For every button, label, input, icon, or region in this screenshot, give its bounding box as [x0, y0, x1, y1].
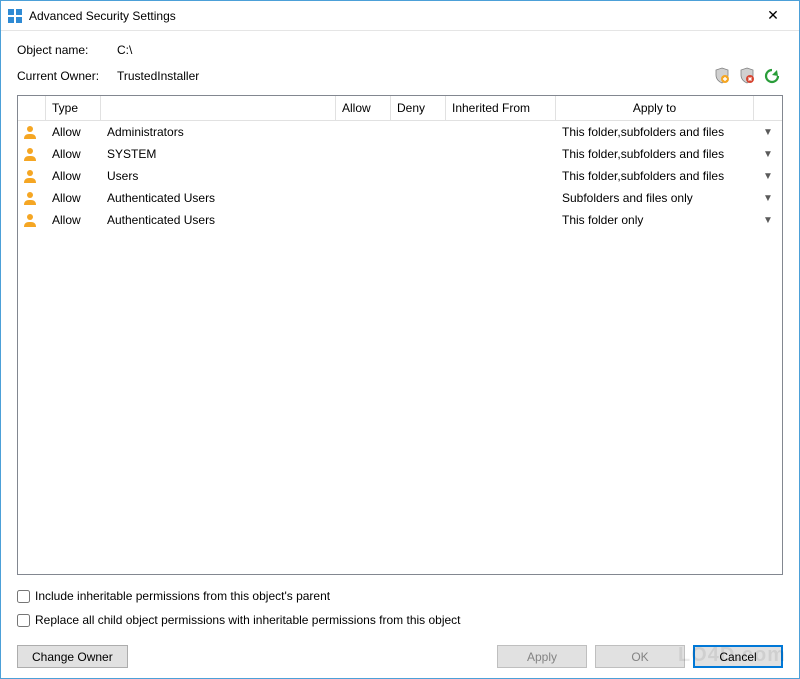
- object-name-row: Object name: C:\: [17, 43, 783, 57]
- col-header-allow[interactable]: Allow: [336, 96, 391, 120]
- close-button[interactable]: ✕: [753, 2, 793, 30]
- col-header-type[interactable]: Type: [46, 96, 101, 120]
- cell-apply: This folder,subfolders and files: [556, 167, 754, 185]
- current-owner-label: Current Owner:: [17, 69, 117, 83]
- ok-button: OK: [595, 645, 685, 668]
- current-owner-row: Current Owner: TrustedInstaller: [17, 65, 783, 87]
- chevron-down-icon[interactable]: ▼: [754, 169, 782, 184]
- cell-deny: [391, 196, 446, 200]
- user-icon: [18, 188, 46, 208]
- change-owner-button[interactable]: Change Owner: [17, 645, 128, 668]
- cell-deny: [391, 130, 446, 134]
- user-icon: [18, 210, 46, 230]
- col-header-deny[interactable]: Deny: [391, 96, 446, 120]
- table-row[interactable]: AllowSYSTEM This folder,subfolders and fi…: [18, 143, 782, 165]
- cell-deny: [391, 174, 446, 178]
- cell-allow: [336, 196, 391, 200]
- cell-type: Allow: [46, 189, 101, 207]
- apply-button: Apply: [497, 645, 587, 668]
- current-owner-value: TrustedInstaller: [117, 69, 199, 83]
- user-icon: [18, 144, 46, 164]
- col-header-name[interactable]: [101, 96, 336, 120]
- cell-allow: [336, 218, 391, 222]
- titlebar: Advanced Security Settings ✕: [1, 1, 799, 31]
- cell-inherited: [446, 152, 556, 156]
- table-row[interactable]: AllowUsers This folder,subfolders and fil…: [18, 165, 782, 187]
- shield-remove-icon[interactable]: [736, 65, 758, 87]
- user-icon: [18, 166, 46, 186]
- col-header-dropdown: [754, 96, 782, 120]
- object-name-value: C:\: [117, 43, 132, 57]
- user-icon: [18, 122, 46, 142]
- include-inheritable-row: Include inheritable permissions from thi…: [17, 589, 783, 603]
- app-icon: [7, 8, 23, 24]
- cell-allow: [336, 130, 391, 134]
- cell-deny: [391, 152, 446, 156]
- cell-deny: [391, 218, 446, 222]
- cell-type: Allow: [46, 211, 101, 229]
- cell-name: SYSTEM: [101, 145, 336, 163]
- chevron-down-icon[interactable]: ▼: [754, 213, 782, 228]
- chevron-down-icon[interactable]: ▼: [754, 191, 782, 206]
- col-header-inherited[interactable]: Inherited From: [446, 96, 556, 120]
- col-header-icon[interactable]: [18, 96, 46, 120]
- replace-child-label[interactable]: Replace all child object permissions wit…: [35, 613, 461, 627]
- col-header-apply[interactable]: Apply to: [556, 96, 754, 120]
- button-row: Change Owner Apply OK Cancel: [17, 637, 783, 668]
- table-row[interactable]: AllowAdministrators This folder,subfolder…: [18, 121, 782, 143]
- table-body: AllowAdministratorsThis folder,subfolder…: [18, 121, 782, 574]
- cell-name: Users: [101, 167, 336, 185]
- cancel-button[interactable]: Cancel: [693, 645, 783, 668]
- cell-apply: Subfolders and files only: [556, 189, 754, 207]
- cell-inherited: [446, 196, 556, 200]
- object-name-label: Object name:: [17, 43, 117, 57]
- cell-apply: This folder only: [556, 211, 754, 229]
- table-row[interactable]: AllowAuthenticated Users This folder only…: [18, 209, 782, 231]
- cell-type: Allow: [46, 167, 101, 185]
- shield-add-icon[interactable]: [711, 65, 733, 87]
- refresh-icon[interactable]: [761, 65, 783, 87]
- cell-allow: [336, 152, 391, 156]
- window: Advanced Security Settings ✕ Object name…: [0, 0, 800, 679]
- table-header: Type Allow Deny Inherited From Apply to: [18, 96, 782, 121]
- cell-inherited: [446, 218, 556, 222]
- chevron-down-icon[interactable]: ▼: [754, 147, 782, 162]
- replace-child-checkbox[interactable]: [17, 614, 30, 627]
- chevron-down-icon[interactable]: ▼: [754, 125, 782, 140]
- cell-inherited: [446, 130, 556, 134]
- table-row[interactable]: AllowAuthenticated Users Subfolders and f…: [18, 187, 782, 209]
- cell-name: Authenticated Users: [101, 189, 336, 207]
- cell-name: Authenticated Users: [101, 211, 336, 229]
- cell-inherited: [446, 174, 556, 178]
- include-inheritable-checkbox[interactable]: [17, 590, 30, 603]
- cell-apply: This folder,subfolders and files: [556, 123, 754, 141]
- window-title: Advanced Security Settings: [29, 9, 753, 23]
- cell-apply: This folder,subfolders and files: [556, 145, 754, 163]
- cell-name: Administrators: [101, 123, 336, 141]
- cell-type: Allow: [46, 145, 101, 163]
- cell-type: Allow: [46, 123, 101, 141]
- cell-allow: [336, 174, 391, 178]
- content-area: Object name: C:\ Current Owner: TrustedI…: [1, 31, 799, 678]
- replace-child-row: Replace all child object permissions wit…: [17, 613, 783, 627]
- permissions-table: Type Allow Deny Inherited From Apply to …: [17, 95, 783, 575]
- include-inheritable-label[interactable]: Include inheritable permissions from thi…: [35, 589, 330, 603]
